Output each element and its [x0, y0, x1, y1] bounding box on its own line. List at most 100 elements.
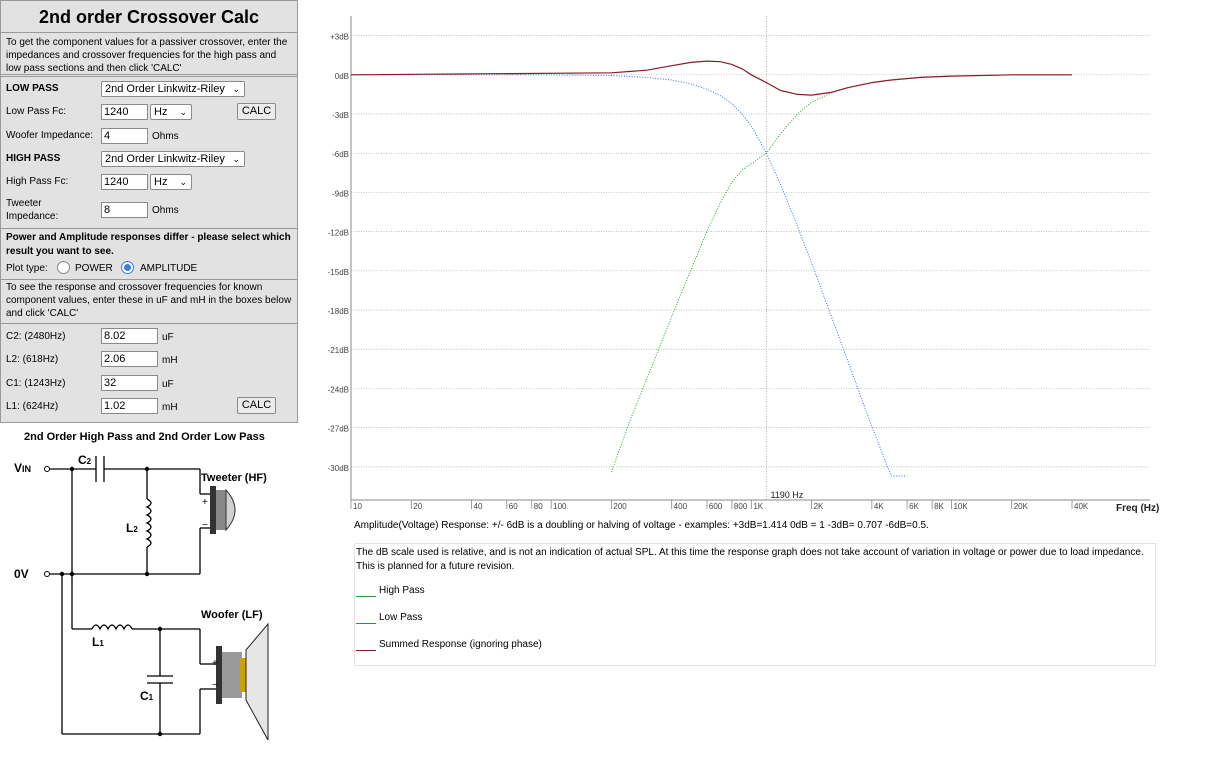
tweeter-ohms-unit: Ohms [152, 205, 179, 216]
series-line-summed [350, 60, 1072, 96]
x-tick-label: 800 [734, 502, 748, 511]
low-pass-fc-input[interactable]: 1240 [101, 104, 148, 120]
x-tick-label: 20 [413, 502, 422, 511]
power-amplitude-note: Power and Amplitude responses differ - p… [6, 232, 291, 257]
x-tick-label: 400 [674, 502, 688, 511]
tweeter-impedance-input[interactable]: 8 [101, 202, 148, 218]
c2-label: C2: (2480Hz) [6, 331, 66, 342]
woofer-plus-label: + [212, 658, 218, 669]
woofer-label: Woofer (LF) [201, 609, 263, 621]
x-tick-label: 200 [613, 502, 627, 511]
amplitude-radio[interactable] [121, 261, 134, 274]
y-tick-label: -12dB [328, 229, 349, 238]
tweeter-minus-label: − [202, 520, 208, 531]
high-pass-fc-input[interactable]: 1240 [101, 174, 148, 190]
c1-input[interactable]: 32 [101, 375, 158, 391]
high-pass-fc-label: High Pass Fc: [6, 176, 69, 187]
calc-button-bottom[interactable]: CALC [237, 397, 276, 414]
high-pass-fc-unit-value: Hz [154, 176, 168, 188]
low-pass-type-select[interactable]: 2nd Order Linkwitz-Riley ⌄ [101, 81, 245, 97]
legend-swatch-summed [356, 650, 376, 651]
high-pass-heading: HIGH PASS [6, 153, 61, 164]
intro-text: To get the component values for a passiv… [1, 33, 297, 75]
chevron-down-icon: ⌄ [179, 107, 187, 117]
crossover-marker-label: 1190 Hz [770, 490, 803, 500]
l1-label: L1: (624Hz) [6, 401, 59, 412]
low-pass-fc-label: Low Pass Fc: [6, 106, 67, 117]
y-tick-label: -9dB [332, 189, 349, 198]
chevron-down-icon: ⌄ [179, 177, 187, 187]
x-tick-label: 60 [509, 502, 518, 511]
series-line-high [610, 74, 1072, 473]
x-tick-label: 40K [1074, 502, 1089, 511]
high-pass-type-select[interactable]: 2nd Order Linkwitz-Riley ⌄ [101, 151, 245, 167]
low-pass-heading: LOW PASS [6, 83, 59, 94]
x-tick-label: 6K [909, 502, 919, 511]
l1-input[interactable]: 1.02 [101, 398, 158, 414]
series-line-low [351, 74, 908, 477]
tweeter-impedance-label-2: Impedance: [6, 211, 59, 222]
scale-note: The dB scale used is relative, and is no… [356, 547, 1144, 572]
divider [1, 323, 297, 324]
plot-type-label: Plot type: [6, 263, 48, 274]
l1-symbol-label: L1 [92, 635, 104, 649]
y-tick-label: -24dB [328, 385, 349, 394]
x-axis-title: Freq (Hz) [1116, 503, 1159, 514]
l2-symbol-label: L2 [126, 521, 138, 535]
y-tick-label: -6dB [332, 150, 349, 159]
amplitude-note: Amplitude(Voltage) Response: +/- 6dB is … [354, 520, 929, 531]
ov-label: 0V [14, 567, 29, 581]
y-tick-label: -15dB [328, 268, 349, 277]
l2-label: L2: (618Hz) [6, 354, 59, 365]
c1-label: C1: (1243Hz) [6, 378, 66, 389]
known-values-note: To see the response and crossover freque… [6, 282, 292, 319]
y-tick-label: -21dB [328, 346, 349, 355]
l2-input[interactable]: 2.06 [101, 351, 158, 367]
c2-input[interactable]: 8.02 [101, 328, 158, 344]
legend-swatch-high-pass [356, 596, 376, 597]
legend-swatch-low-pass [356, 623, 376, 624]
x-tick-label: 2K [814, 502, 824, 511]
y-tick-label: -27dB [328, 425, 349, 434]
woofer-icon [216, 622, 269, 741]
tweeter-impedance-label-1: Tweeter [6, 198, 42, 209]
x-tick-label: 40 [474, 502, 483, 511]
c2-unit: uF [162, 332, 174, 343]
legend-label-high-pass: High Pass [379, 585, 425, 596]
divider [1, 279, 297, 280]
x-tick-label: 600 [709, 502, 723, 511]
low-pass-fc-unit-value: Hz [154, 106, 168, 118]
power-radio[interactable] [57, 261, 70, 274]
low-pass-fc-unit-select[interactable]: Hz ⌄ [150, 104, 192, 120]
x-tick-label: 10K [953, 502, 968, 511]
tweeter-icon [210, 486, 236, 534]
crossover-schematic: 2nd Order High Pass and 2nd Order Low Pa… [0, 424, 298, 779]
legend-label-summed: Summed Response (ignoring phase) [379, 639, 542, 650]
high-pass-type-value: 2nd Order Linkwitz-Riley [105, 153, 225, 165]
divider [1, 76, 297, 77]
woofer-impedance-input[interactable]: 4 [101, 128, 148, 144]
y-tick-label: -18dB [328, 307, 349, 316]
divider [1, 228, 297, 229]
high-pass-fc-unit-select[interactable]: Hz ⌄ [150, 174, 192, 190]
response-chart-svg: +3dB 0dB -3dB -6dB -9dB -12dB -15dB -18dB -21dB -… [328, 16, 1159, 514]
chevron-down-icon: ⌄ [232, 84, 240, 94]
woofer-ohms-unit: Ohms [152, 131, 179, 142]
chevron-down-icon: ⌄ [232, 154, 240, 164]
x-tick-label: 1K [753, 502, 763, 511]
x-tick-label: 4K [874, 502, 884, 511]
x-tick-label: 80 [534, 502, 543, 511]
power-radio-label: POWER [75, 263, 113, 274]
legend-box: The dB scale used is relative, and is no… [354, 543, 1156, 666]
x-tick-label: 100 [553, 502, 567, 511]
c1-unit: uF [162, 379, 174, 390]
x-tick-label: 20K [1014, 502, 1029, 511]
low-pass-type-value: 2nd Order Linkwitz-Riley [105, 83, 225, 95]
y-tick-label: -3dB [332, 111, 349, 120]
amplitude-radio-label: AMPLITUDE [140, 263, 198, 274]
x-tick-label: 8K [934, 502, 944, 511]
calc-button-top[interactable]: CALC [237, 103, 276, 120]
vin-label: VIN [14, 461, 31, 475]
l2-unit: mH [162, 355, 178, 366]
y-tick-label: +3dB [330, 33, 349, 42]
